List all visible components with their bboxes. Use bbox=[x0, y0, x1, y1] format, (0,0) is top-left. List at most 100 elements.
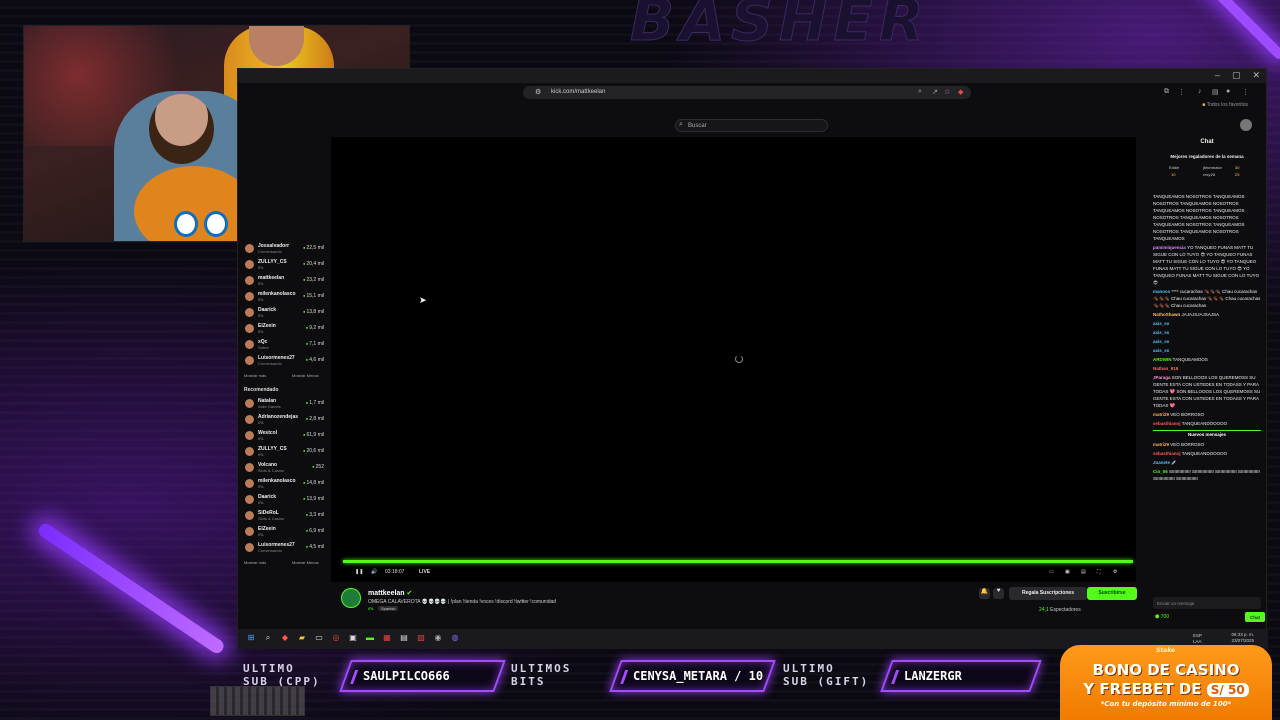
sidebar-channel-item[interactable]: milenkanolascoIRL15,1 mil bbox=[238, 289, 330, 305]
notification-bell-icon[interactable]: 🔔 bbox=[979, 588, 990, 599]
chat-overlay-icon[interactable]: ▭ bbox=[1049, 569, 1054, 575]
sidebar-channel-item[interactable]: ZULLYY_CSIRL20,6 mil bbox=[238, 444, 330, 460]
chat-username[interactable]: axis_ss bbox=[1153, 348, 1169, 353]
progress-bar[interactable] bbox=[343, 560, 1133, 563]
sidebar-channel-item[interactable]: DaarickIRL13,8 mil bbox=[238, 305, 330, 321]
channel-viewers: 4,5 mil bbox=[306, 544, 324, 550]
more-icon[interactable]: ⋮ bbox=[1242, 88, 1249, 96]
sidebar-channel-item[interactable]: milenkanolascoIRL14,8 mil bbox=[238, 476, 330, 492]
taskbar-app-icon[interactable]: ▣ bbox=[348, 633, 358, 643]
chat-username[interactable]: sebasthianoj bbox=[1153, 451, 1181, 456]
follow-heart-icon[interactable]: ♥ bbox=[993, 588, 1004, 599]
sidebar-channel-item[interactable]: Luisormenes27Conversando4,5 mil bbox=[238, 540, 330, 556]
user-avatar[interactable] bbox=[1240, 119, 1252, 131]
taskbar-app-icon[interactable]: ▭ bbox=[314, 633, 324, 643]
chat-send-button[interactable]: Chat bbox=[1245, 612, 1265, 622]
sidebar-channel-item[interactable]: Luisormenes27Conversando4,6 mil bbox=[238, 353, 330, 369]
channel-avatar bbox=[245, 447, 254, 456]
chat-username[interactable]: axis_ss bbox=[1153, 330, 1169, 335]
chat-message: Nathan_616 bbox=[1153, 365, 1261, 372]
input-language[interactable]: ESP LAA bbox=[1193, 633, 1202, 645]
zoom-icon[interactable]: ⌕ bbox=[918, 88, 922, 96]
settings-gear-icon[interactable]: ⚙ bbox=[1113, 569, 1117, 575]
gift-subs-button[interactable]: Regala Suscripciones bbox=[1009, 587, 1087, 600]
taskbar-app-icon[interactable]: ◉ bbox=[433, 633, 443, 643]
extension-icon[interactable]: ◆ bbox=[958, 88, 963, 96]
search-input[interactable]: ⌕ Buscar bbox=[675, 119, 828, 132]
channel-points[interactable]: ⬢ 700 bbox=[1155, 614, 1169, 621]
sidebar-channel-item[interactable]: DaarickIRL13,9 mil bbox=[238, 492, 330, 508]
taskbar-app-icon[interactable]: ▬ bbox=[365, 633, 375, 643]
chat-username[interactable]: matri29 bbox=[1153, 412, 1169, 417]
fullscreen-icon[interactable]: ⛶ bbox=[1097, 569, 1101, 575]
chat-text: YO TANQUEO FUNAS MATT TU SIGUE CON LO TU… bbox=[1153, 245, 1260, 285]
taskbar-app-icon[interactable]: ▨ bbox=[416, 633, 426, 643]
sidebar-channel-item[interactable]: mattkeelanIRL23,2 mil bbox=[238, 273, 330, 289]
sidebar-channel-item[interactable]: WestcolIRL61,9 mil bbox=[238, 428, 330, 444]
chat-message: pamimiquencia YO TANQUEO FUNAS MATT TU S… bbox=[1153, 244, 1261, 286]
sidebar-channel-item[interactable]: ElZeeinIRL9,2 mil bbox=[238, 321, 330, 337]
sidebar-channel-item[interactable]: ElZeeinIRL6,9 mil bbox=[238, 524, 330, 540]
show-less-button[interactable]: Mostrar Menos bbox=[292, 560, 319, 565]
sidebar-channel-item[interactable]: AdrianozendejasIRL2,8 mil bbox=[238, 412, 330, 428]
chat-username[interactable]: matri29 bbox=[1153, 442, 1169, 447]
chat-username[interactable]: axis_ss bbox=[1153, 321, 1169, 326]
discord-icon[interactable]: ◍ bbox=[450, 633, 460, 643]
live-badge: LIVE bbox=[419, 569, 431, 575]
share-icon[interactable]: ↗ bbox=[932, 88, 938, 96]
windows-start-icon[interactable]: ⊞ bbox=[246, 633, 256, 643]
new-messages-divider[interactable]: Nuevos mensajes bbox=[1153, 430, 1261, 438]
taskbar-app-icon[interactable]: ▤ bbox=[399, 633, 409, 643]
chat-username[interactable]: JParaga bbox=[1153, 375, 1171, 380]
brave-browser-icon[interactable]: ◆ bbox=[280, 633, 290, 643]
file-explorer-icon[interactable]: ▰ bbox=[297, 633, 307, 643]
subscribe-button[interactable]: Suscribirse bbox=[1087, 587, 1137, 600]
favorites-folder[interactable]: Todos los favoritos bbox=[1202, 102, 1248, 108]
star-icon[interactable]: ☆ bbox=[944, 88, 950, 96]
chat-username[interactable]: Nathan_616 bbox=[1153, 366, 1178, 371]
chat-username[interactable]: ARDWIN bbox=[1153, 357, 1172, 362]
taskbar-app-icon[interactable]: ▦ bbox=[382, 633, 392, 643]
menu-icon[interactable]: ⋮ bbox=[1178, 88, 1185, 96]
stream-language[interactable]: Spanish bbox=[378, 606, 399, 611]
minimize-button[interactable]: – bbox=[1215, 70, 1220, 81]
video-player[interactable]: ➤ ❚❚ 🔊 03:18:07 LIVE ▭ ▣ ▤ ⛶ ⚙ bbox=[331, 137, 1136, 582]
sidebar-channel-item[interactable]: JossalvadorrConversando22,5 mil bbox=[238, 241, 330, 257]
sidebar-channel-item[interactable]: xQcSobre7,1 mil bbox=[238, 337, 330, 353]
chat-username[interactable]: Juanete bbox=[1153, 460, 1170, 465]
streamer-name-row[interactable]: mattkeelan ✔ bbox=[368, 589, 412, 597]
volume-icon[interactable]: 🔊 bbox=[371, 569, 377, 575]
site-info-icon[interactable]: ⚙ bbox=[535, 88, 541, 96]
pause-icon[interactable]: ❚❚ bbox=[355, 569, 363, 575]
chat-message: ARDWIN TANQUEAMOOS bbox=[1153, 356, 1261, 363]
show-less-button[interactable]: Mostrar Menos bbox=[292, 373, 319, 378]
extensions-icon[interactable]: ⧉ bbox=[1164, 88, 1169, 96]
sidebar-icon[interactable]: ▤ bbox=[1212, 88, 1219, 96]
sidebar-channel-item[interactable]: NatalanIndie Games1,7 mil bbox=[238, 396, 330, 412]
clip-icon[interactable]: ▣ bbox=[1065, 569, 1070, 575]
chat-input[interactable]: Enviar un mensaje bbox=[1153, 597, 1261, 609]
sidebar-channel-item[interactable]: ZULLYY_CSIRL20,4 mil bbox=[238, 257, 330, 273]
sidebar-channel-item[interactable]: SiDeRoLSlots & Casino3,3 mil bbox=[238, 508, 330, 524]
show-more-button[interactable]: Mostrar más bbox=[244, 560, 266, 565]
profile-icon[interactable]: ● bbox=[1226, 88, 1230, 95]
maximize-button[interactable]: ▢ bbox=[1232, 70, 1241, 81]
system-clock[interactable]: 06:33 p. m. 23/07/2025 bbox=[1231, 632, 1254, 644]
streamer-avatar[interactable] bbox=[341, 588, 361, 608]
chat-username[interactable]: NathoShawn bbox=[1153, 312, 1180, 317]
chat-username[interactable]: axis_ss bbox=[1153, 339, 1169, 344]
close-button[interactable]: ✕ bbox=[1252, 70, 1260, 81]
search-icon: ⌕ bbox=[679, 121, 683, 128]
theater-mode-icon[interactable]: ▤ bbox=[1081, 569, 1086, 575]
taskbar-search-icon[interactable]: ⌕ bbox=[263, 633, 273, 643]
show-more-button[interactable]: Mostrar más bbox=[244, 373, 266, 378]
address-bar[interactable]: ⚙ kick.com/mattkeelan bbox=[523, 86, 971, 99]
taskbar-app-icon[interactable]: ◎ bbox=[331, 633, 341, 643]
chat-username[interactable]: pamimiquencia bbox=[1153, 245, 1186, 250]
chat-username[interactable]: Cio_06 bbox=[1153, 469, 1168, 474]
sidebar-channel-item[interactable]: VolcanoSlots & Casino252 bbox=[238, 460, 330, 476]
stream-category[interactable]: IRL bbox=[368, 606, 374, 611]
chat-username[interactable]: sebasthianoj bbox=[1153, 421, 1181, 426]
chat-username[interactable]: manoco bbox=[1153, 289, 1170, 294]
music-icon[interactable]: ♪ bbox=[1198, 88, 1202, 95]
